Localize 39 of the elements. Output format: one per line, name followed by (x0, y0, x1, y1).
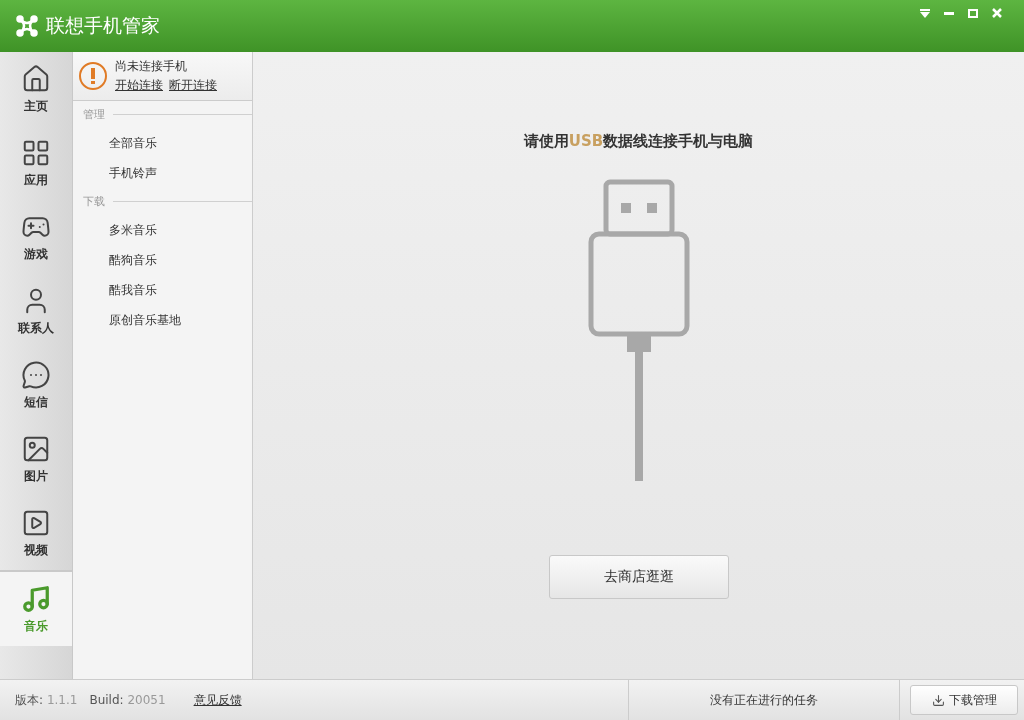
menu-item[interactable]: 酷我音乐 (73, 275, 252, 305)
close-button[interactable] (990, 6, 1004, 20)
nav-item[interactable]: 短信 (0, 348, 72, 422)
nav-item[interactable]: 主页 (0, 52, 72, 126)
menu-item[interactable]: 多米音乐 (73, 215, 252, 245)
nav-item[interactable]: 游戏 (0, 200, 72, 274)
nav-item[interactable]: 图片 (0, 422, 72, 496)
logo-icon (16, 15, 38, 37)
feedback-link[interactable]: 意见反馈 (193, 691, 242, 709)
menu-item[interactable]: 手机铃声 (73, 158, 252, 188)
window-title: 联想手机管家 (46, 13, 160, 38)
connection-link[interactable]: 开始连接 (115, 77, 163, 94)
connection-link[interactable]: 断开连接 (169, 77, 217, 94)
menu-item[interactable]: 全部音乐 (73, 128, 252, 158)
section-title: 下载 (83, 194, 105, 209)
music-note-icon (21, 583, 51, 614)
nav-item[interactable]: 联系人 (0, 274, 72, 348)
dropdown-button[interactable] (918, 6, 932, 20)
chat-bubble-icon (21, 359, 51, 390)
maximize-icon (968, 8, 978, 18)
build-label: Build: 20051 (89, 693, 166, 707)
download-icon (931, 693, 945, 707)
nav-item[interactable]: 视频 (0, 496, 72, 570)
nav-item[interactable]: 应用 (0, 126, 72, 200)
close-icon (992, 8, 1002, 18)
menu-item[interactable]: 原创音乐基地 (73, 305, 252, 335)
caret-icon (920, 8, 930, 18)
connection-status: 尚未连接手机 (115, 58, 188, 75)
home-icon (21, 63, 51, 94)
shop-button[interactable]: 去商店逛逛 (548, 555, 729, 599)
section-title: 管理 (83, 107, 105, 122)
version-label: 版本: 1.1.1 (15, 691, 78, 709)
download-manager-button[interactable]: 下载管理 (910, 685, 1018, 715)
maximize-button[interactable] (966, 6, 980, 20)
usb-prompt: 请使用USB数据线连接手机与电脑 (523, 132, 754, 151)
menu-item[interactable]: 酷狗音乐 (73, 245, 252, 275)
task-status: 没有正在进行的任务 (710, 691, 818, 709)
exclamation-icon (91, 68, 95, 84)
minimize-icon (944, 11, 954, 15)
